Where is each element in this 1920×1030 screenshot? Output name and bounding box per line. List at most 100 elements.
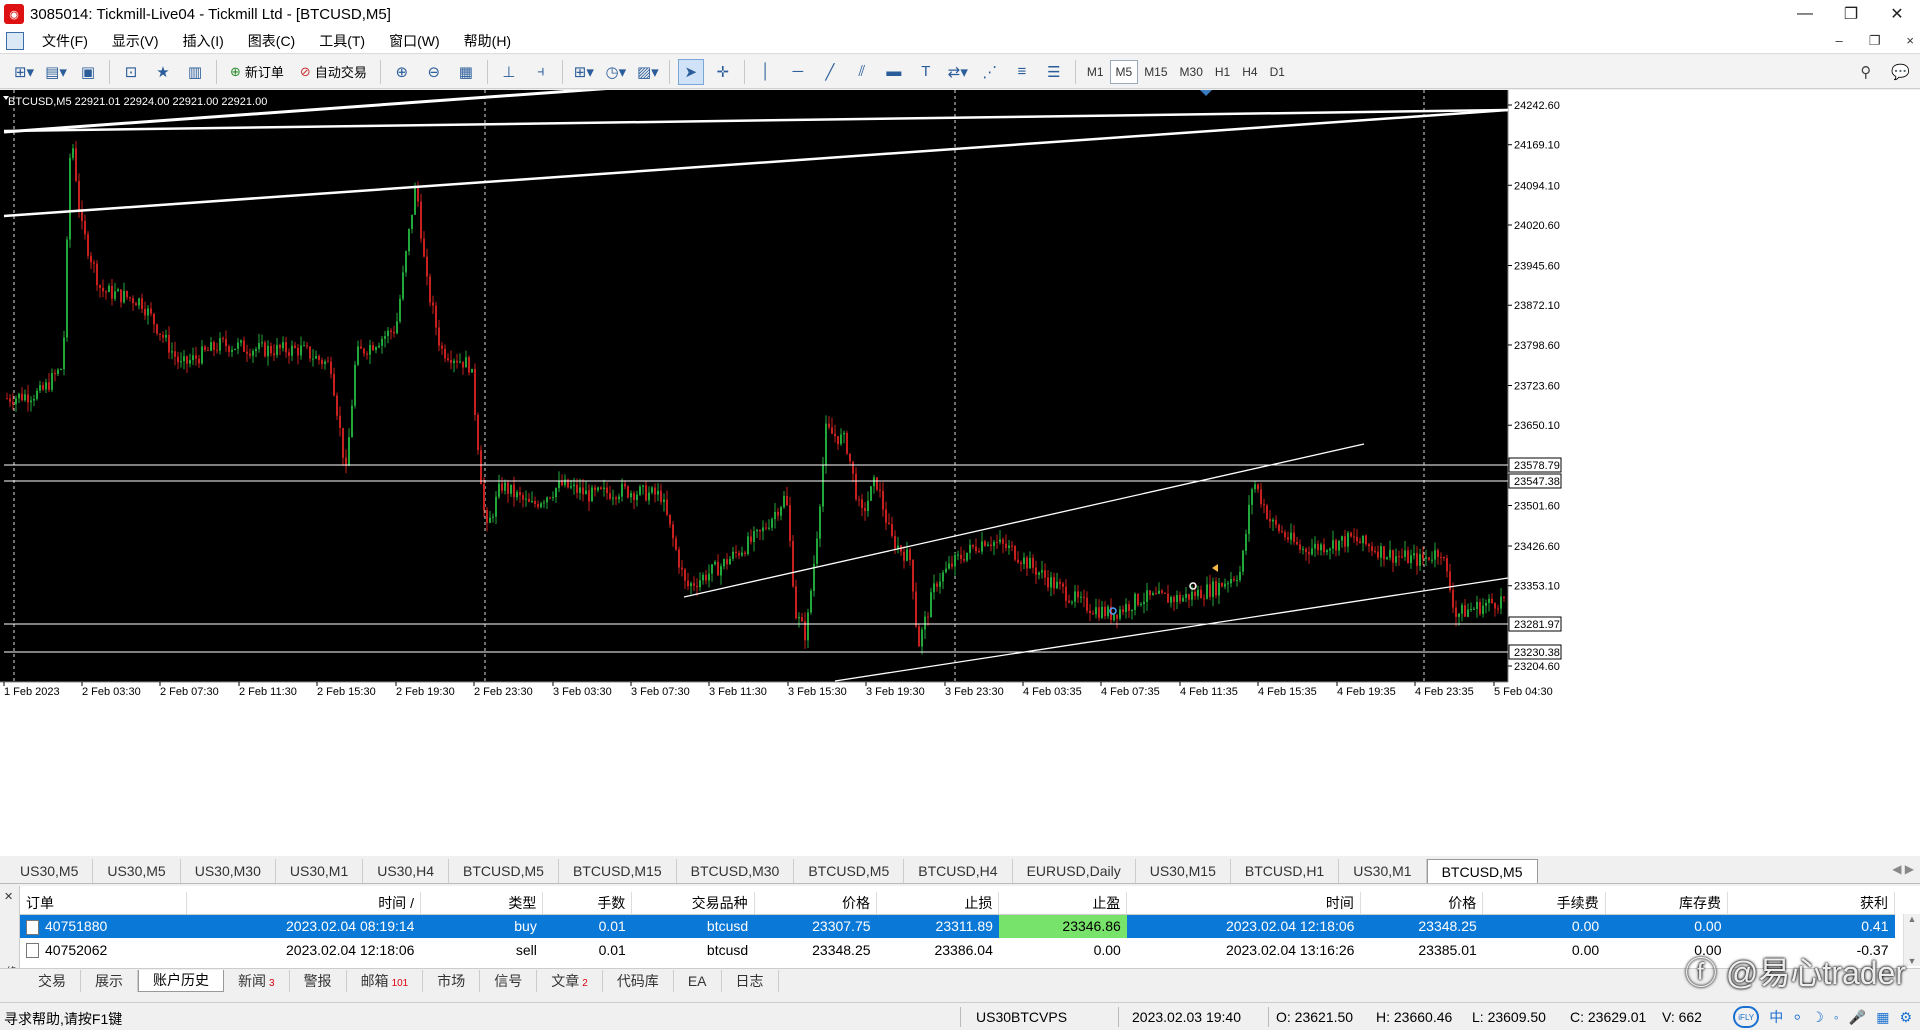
zoom-out-icon[interactable]: ⊖ <box>421 59 447 85</box>
profiles-icon[interactable]: ▤▾ <box>43 59 69 85</box>
terminal-tab[interactable]: 文章 2 <box>537 969 603 992</box>
new-order-button[interactable]: ⊕ 新订单 <box>225 59 289 85</box>
menu-charts[interactable]: 图表(C) <box>236 31 307 51</box>
ime-moon-icon[interactable]: ☽ <box>1811 1009 1824 1026</box>
terminal-tab[interactable]: 新闻 3 <box>224 969 290 992</box>
chart-tab-btcusd-m5[interactable]: BTCUSD,M5 <box>1426 859 1538 883</box>
timeframe-h4[interactable]: H4 <box>1236 60 1263 84</box>
column-header[interactable]: 交易品种 <box>631 892 755 915</box>
column-header[interactable]: 价格 <box>1360 892 1484 915</box>
mdi-close-button[interactable]: × <box>1906 33 1914 49</box>
column-header[interactable]: 库存费 <box>1605 892 1729 915</box>
chat-icon[interactable]: 💬 <box>1891 63 1910 81</box>
menu-file[interactable]: 文件(F) <box>30 31 100 51</box>
chart-tab-btcusd-m5[interactable]: BTCUSD,M5 <box>449 859 559 883</box>
channel-icon[interactable]: ⫽ <box>849 59 875 85</box>
chart-tab-us30-m30[interactable]: US30,M30 <box>181 859 276 883</box>
column-header[interactable]: 时间 <box>1126 892 1361 915</box>
chart-shift-icon[interactable]: ⫞ <box>528 59 554 85</box>
column-header[interactable]: 类型 <box>420 892 544 915</box>
menu-tools[interactable]: 工具(T) <box>307 31 377 51</box>
chart-tab-eurusd-daily[interactable]: EURUSD,Daily <box>1013 859 1136 883</box>
terminal-tab[interactable]: EA <box>674 969 722 992</box>
terminal-tab[interactable]: 警报 <box>290 969 347 992</box>
terminal-tab[interactable]: 账户历史 <box>138 969 224 992</box>
templates-icon[interactable]: ▨▾ <box>635 59 661 85</box>
ime-punct-icon[interactable]: ⸰ <box>1793 1008 1801 1027</box>
trendline-icon[interactable]: ╱ <box>817 59 843 85</box>
chart-tab-us30-m5[interactable]: US30,M5 <box>6 859 94 883</box>
tab-scroll-arrows[interactable]: ◀ ▶ <box>1892 862 1914 876</box>
column-header[interactable]: 手数 <box>542 892 633 915</box>
document-icon[interactable] <box>6 31 24 50</box>
navigator-icon[interactable]: ★ <box>150 59 176 85</box>
gann-icon[interactable]: ≡ <box>1009 59 1035 85</box>
chart-tab-btcusd-m5[interactable]: BTCUSD,M5 <box>794 859 905 883</box>
indicators-icon[interactable]: ⊞▾ <box>571 59 597 85</box>
column-header[interactable]: 止损 <box>876 892 1000 915</box>
ime-chinese-icon[interactable]: 中 <box>1769 1007 1783 1027</box>
minimize-button[interactable]: — <box>1782 0 1828 28</box>
column-header[interactable]: 获利 <box>1727 892 1895 915</box>
menu-insert[interactable]: 插入(I) <box>171 31 236 51</box>
data-window-icon[interactable]: ⊡ <box>118 59 144 85</box>
microphone-icon[interactable]: 🎤 <box>1849 1009 1866 1026</box>
terminal-tab[interactable]: 代码库 <box>603 969 674 992</box>
table-row[interactable]: 40751880 2023.02.04 08:19:14 buy 0.01 btcusd… <box>20 914 1895 938</box>
terminal-tab[interactable]: 邮箱 101 <box>347 969 424 992</box>
timeframe-m1[interactable]: M1 <box>1081 60 1110 84</box>
auto-scroll-icon[interactable]: ⊥ <box>496 59 522 85</box>
shapes-icon[interactable]: ▬ <box>881 59 907 85</box>
chart-tab-us30-m15[interactable]: US30,M15 <box>1136 859 1231 883</box>
menu-view[interactable]: 显示(V) <box>100 31 171 51</box>
timeframe-m5[interactable]: M5 <box>1109 59 1139 84</box>
cursor-icon[interactable]: ➤ <box>677 58 704 85</box>
terminal-tab[interactable]: 日志 <box>722 969 779 992</box>
periods-icon[interactable]: ◷▾ <box>603 59 629 85</box>
terminal-tab[interactable]: 信号 <box>480 969 538 992</box>
menu-help[interactable]: 帮助(H) <box>452 31 523 51</box>
chart-tab-btcusd-m30[interactable]: BTCUSD,M30 <box>677 859 795 883</box>
column-header[interactable]: 订单 <box>20 892 188 915</box>
fibonacci-icon[interactable]: ⋰ <box>977 59 1003 85</box>
mdi-restore-button[interactable]: ❐ <box>1869 33 1881 49</box>
timeframe-m15[interactable]: M15 <box>1138 60 1173 84</box>
grid-icon[interactable]: ☰ <box>1041 59 1067 85</box>
menu-window[interactable]: 窗口(W) <box>377 31 452 51</box>
chart-tab-us30-m1[interactable]: US30,M1 <box>1339 859 1427 883</box>
timeframe-h1[interactable]: H1 <box>1209 60 1236 84</box>
market-watch-icon[interactable]: ▣ <box>75 59 101 85</box>
chart-tab-us30-h4[interactable]: US30,H4 <box>363 859 450 883</box>
keyboard-icon[interactable]: ▦ <box>1876 1009 1889 1026</box>
restore-button[interactable]: ❐ <box>1828 0 1874 28</box>
close-button[interactable]: ✕ <box>1874 0 1920 28</box>
auto-trading-button[interactable]: ⊘ 自动交易 <box>295 59 372 85</box>
terminal-tab[interactable]: 展示 <box>81 969 138 992</box>
ime-dot-icon[interactable]: ◦ <box>1834 1009 1839 1025</box>
terminal-close-icon[interactable]: ✕ <box>4 890 13 903</box>
new-chart-icon[interactable]: ⊞▾ <box>11 59 37 85</box>
chart-canvas[interactable]: 24242.60 24169.10 24094.10 24020.60 23945.60… <box>0 90 1920 856</box>
crosshair-icon[interactable]: ✛ <box>710 59 736 85</box>
timeframe-d1[interactable]: D1 <box>1264 60 1291 84</box>
chart-tab-btcusd-h4[interactable]: BTCUSD,H4 <box>904 859 1013 883</box>
timeframe-m30[interactable]: M30 <box>1174 60 1209 84</box>
ifly-icon[interactable]: iFLY <box>1733 1006 1760 1028</box>
search-icon[interactable]: ⚲ <box>1860 63 1871 81</box>
settings-icon[interactable]: ⚙ <box>1899 1009 1912 1026</box>
column-header[interactable]: 价格 <box>754 892 878 915</box>
table-row[interactable]: 40752062 2023.02.04 12:18:06 sell 0.01 btcus… <box>20 938 1895 962</box>
terminal-tab[interactable]: 交易 <box>24 969 81 992</box>
text-icon[interactable]: T <box>913 59 939 85</box>
column-header[interactable]: 止盈 <box>998 892 1128 915</box>
column-header[interactable]: 手续费 <box>1482 892 1606 915</box>
chart-tab-btcusd-h1[interactable]: BTCUSD,H1 <box>1231 859 1340 883</box>
zoom-in-icon[interactable]: ⊕ <box>389 59 415 85</box>
horizontal-line-icon[interactable]: ─ <box>785 59 811 85</box>
column-header[interactable]: 时间 / <box>186 892 421 915</box>
chart-tab-us30-m5[interactable]: US30,M5 <box>93 859 181 883</box>
status-profile[interactable]: US30BTCVPS <box>976 1009 1067 1025</box>
terminal-icon[interactable]: ▥ <box>182 59 208 85</box>
terminal-tab[interactable]: 市场 <box>423 969 481 992</box>
chart-tab-btcusd-m15[interactable]: BTCUSD,M15 <box>559 859 677 883</box>
